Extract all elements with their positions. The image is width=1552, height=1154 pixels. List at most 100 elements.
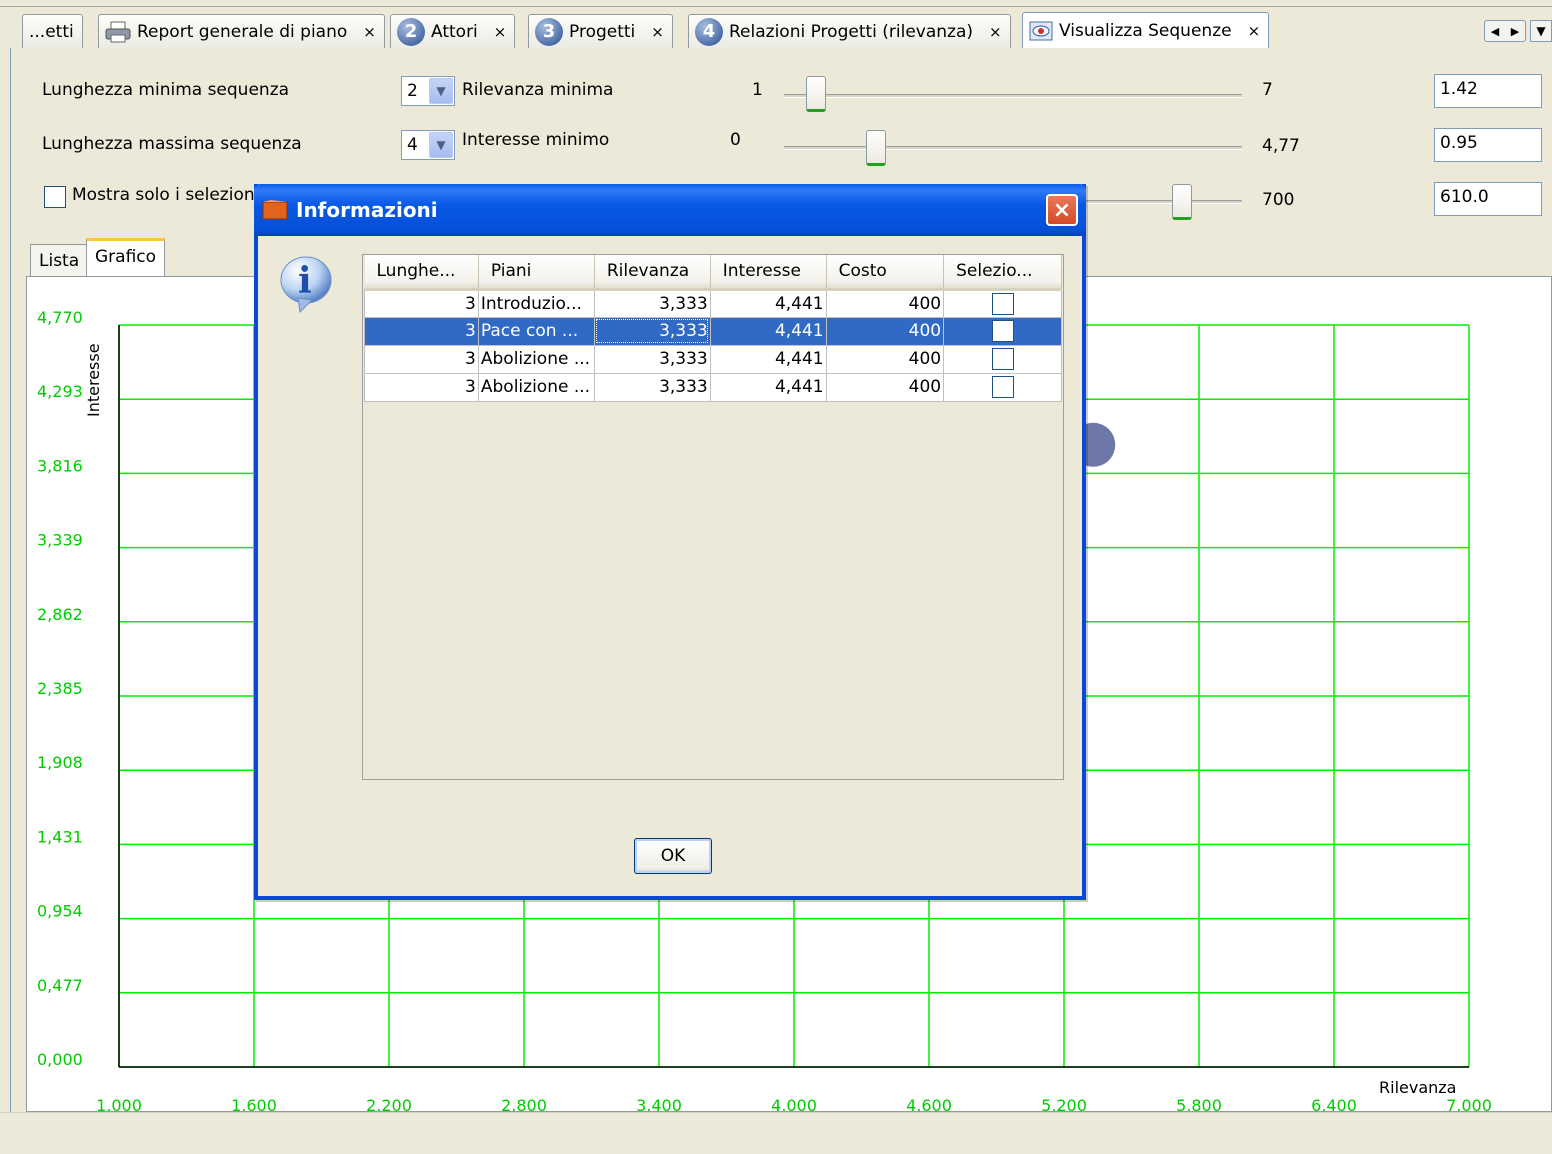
min-length-value: 2 xyxy=(407,81,418,101)
x-axis-label: Rilevanza xyxy=(1379,1078,1456,1097)
show-selected-checkbox[interactable] xyxy=(44,186,66,208)
x-tick-label: 6,400 xyxy=(1311,1096,1357,1111)
dialog-title-bar[interactable]: Informazioni × xyxy=(254,184,1086,236)
x-tick-label: 7,000 xyxy=(1446,1096,1492,1111)
scroll-right-icon[interactable]: ▶ xyxy=(1511,25,1519,38)
y-tick-label: 2,385 xyxy=(37,679,83,698)
min-length-combo[interactable]: 2 ▼ xyxy=(401,76,455,106)
column-header-interesse[interactable]: Interesse xyxy=(710,255,827,291)
row-select-checkbox[interactable] xyxy=(991,348,1014,370)
costo-slider-track[interactable] xyxy=(1082,200,1242,204)
cell-selected xyxy=(943,372,1062,402)
x-tick-label: 5,800 xyxy=(1176,1096,1222,1111)
y-tick-label: 0,000 xyxy=(37,1050,83,1069)
column-header-piani[interactable]: Piani xyxy=(478,255,595,291)
costo-slider-thumb[interactable] xyxy=(1172,184,1193,220)
y-tick-label: 2,862 xyxy=(37,605,83,624)
chevron-down-icon[interactable]: ▼ xyxy=(429,132,453,158)
tab-attori[interactable]: 2 Attori × xyxy=(390,14,516,48)
row-select-checkbox[interactable] xyxy=(991,376,1014,398)
show-selected-label: Mostra solo i seleziona xyxy=(72,185,266,205)
y-tick-label: 0,954 xyxy=(37,902,83,921)
y-tick-label: 1,908 xyxy=(37,753,83,772)
table-row[interactable]: 3 Introduzio... 3,333 4,441 400 xyxy=(364,288,1062,318)
x-tick-label: 2,200 xyxy=(366,1096,412,1111)
tab-list-dropdown[interactable]: ▼ xyxy=(1530,20,1552,42)
y-axis-label: Interesse xyxy=(84,343,103,417)
table-row[interactable]: 3 Abolizione ... 3,333 4,441 400 xyxy=(364,344,1062,374)
x-tick-label: 1,000 xyxy=(96,1096,142,1111)
tab-label: ...etti xyxy=(29,21,74,42)
cell-costo: 400 xyxy=(825,288,945,318)
rilevanza-min-label: Rilevanza minima xyxy=(462,80,614,100)
cell-interesse: 4,441 xyxy=(709,372,827,402)
tab-label: Report generale di piano xyxy=(137,21,348,42)
x-tick-label: 3,400 xyxy=(636,1096,682,1111)
x-tick-label: 5,200 xyxy=(1041,1096,1087,1111)
interesse-slider-thumb[interactable] xyxy=(865,130,886,166)
tab-progetti[interactable]: 3 Progetti × xyxy=(528,14,673,48)
x-tick-label: 4,000 xyxy=(771,1096,817,1111)
x-tick-label: 2,800 xyxy=(501,1096,547,1111)
interesse-min-label: Interesse minimo xyxy=(462,130,610,150)
cell-len: 3 xyxy=(364,288,479,318)
close-icon[interactable]: × xyxy=(494,23,507,41)
x-tick-label: 1,600 xyxy=(231,1096,277,1111)
panel-border xyxy=(10,48,11,1112)
info-glyph: i xyxy=(298,260,312,302)
cell-interesse: 4,441 xyxy=(709,316,827,346)
rilevanza-slider-track[interactable] xyxy=(784,94,1242,98)
y-tick-label: 4,293 xyxy=(37,382,83,401)
status-bar xyxy=(0,1112,1552,1154)
table-row-selected[interactable]: 3 Pace con ... 3,333 4,441 400 xyxy=(364,316,1062,346)
interesse-slider-track[interactable] xyxy=(784,146,1242,150)
close-button[interactable]: × xyxy=(1046,194,1078,226)
y-tick-label: 3,339 xyxy=(37,531,83,550)
info-dialog: Informazioni × i Lunghe... Piani Rilevan… xyxy=(254,184,1086,900)
cell-interesse: 4,441 xyxy=(709,344,827,374)
tab-projects-truncated[interactable]: ...etti xyxy=(22,14,83,48)
column-header-costo[interactable]: Costo xyxy=(826,255,945,291)
costo-range-max: 700 xyxy=(1262,190,1295,210)
column-header-rilevanza[interactable]: Rilevanza xyxy=(594,255,711,291)
y-tick-label: 0,477 xyxy=(37,976,83,995)
table-row[interactable]: 3 Abolizione ... 3,333 4,441 400 xyxy=(364,372,1062,402)
tab-relazioni-progetti[interactable]: 4 Relazioni Progetti (rilevanza) × xyxy=(688,14,1011,48)
tab-visualizza-sequenze[interactable]: Visualizza Sequenze × xyxy=(1022,12,1270,48)
tab-lista[interactable]: Lista xyxy=(30,244,89,276)
tab-report-generale[interactable]: Report generale di piano × xyxy=(98,14,385,48)
x-tick-label: 4,600 xyxy=(906,1096,952,1111)
number-2-icon: 2 xyxy=(397,17,425,46)
cell-piani: Abolizione ... xyxy=(477,344,595,374)
sequences-table: Lunghe... Piani Rilevanza Interesse Cost… xyxy=(364,255,1062,402)
rilevanza-value-field[interactable]: 1.42 xyxy=(1434,74,1542,108)
interesse-range-min: 0 xyxy=(730,130,741,150)
costo-value-field[interactable]: 610.0 xyxy=(1434,182,1542,216)
column-header-lunghezza[interactable]: Lunghe... xyxy=(364,255,479,291)
tab-label: Attori xyxy=(431,21,478,42)
cell-costo: 400 xyxy=(825,372,945,402)
cell-piani: Abolizione ... xyxy=(477,372,595,402)
row-select-checkbox[interactable] xyxy=(991,292,1014,315)
app-icon xyxy=(262,200,288,220)
row-select-checkbox[interactable] xyxy=(991,320,1014,342)
max-length-label: Lunghezza massima sequenza xyxy=(42,134,302,154)
scroll-left-icon[interactable]: ◀ xyxy=(1491,25,1499,38)
interesse-value-field[interactable]: 0.95 xyxy=(1434,128,1542,162)
chevron-down-icon: ▼ xyxy=(1536,24,1546,38)
tab-scroll-buttons[interactable]: ◀ ▶ xyxy=(1484,20,1526,42)
chevron-down-icon[interactable]: ▼ xyxy=(429,78,453,104)
max-length-combo[interactable]: 4 ▼ xyxy=(401,130,455,160)
column-header-selezionato[interactable]: Selezio... xyxy=(943,255,1062,291)
tab-grafico[interactable]: Grafico xyxy=(86,238,166,276)
y-tick-label: 3,816 xyxy=(37,456,83,475)
rilevanza-range-max: 7 xyxy=(1262,80,1273,100)
close-icon[interactable]: × xyxy=(363,23,376,41)
close-icon[interactable]: × xyxy=(989,23,1002,41)
ok-button[interactable]: OK xyxy=(634,838,712,874)
cell-len: 3 xyxy=(364,316,479,346)
rilevanza-slider-thumb[interactable] xyxy=(806,76,827,112)
cell-piani: Pace con ... xyxy=(477,316,595,346)
close-icon[interactable]: × xyxy=(1248,22,1261,40)
close-icon[interactable]: × xyxy=(651,23,664,41)
